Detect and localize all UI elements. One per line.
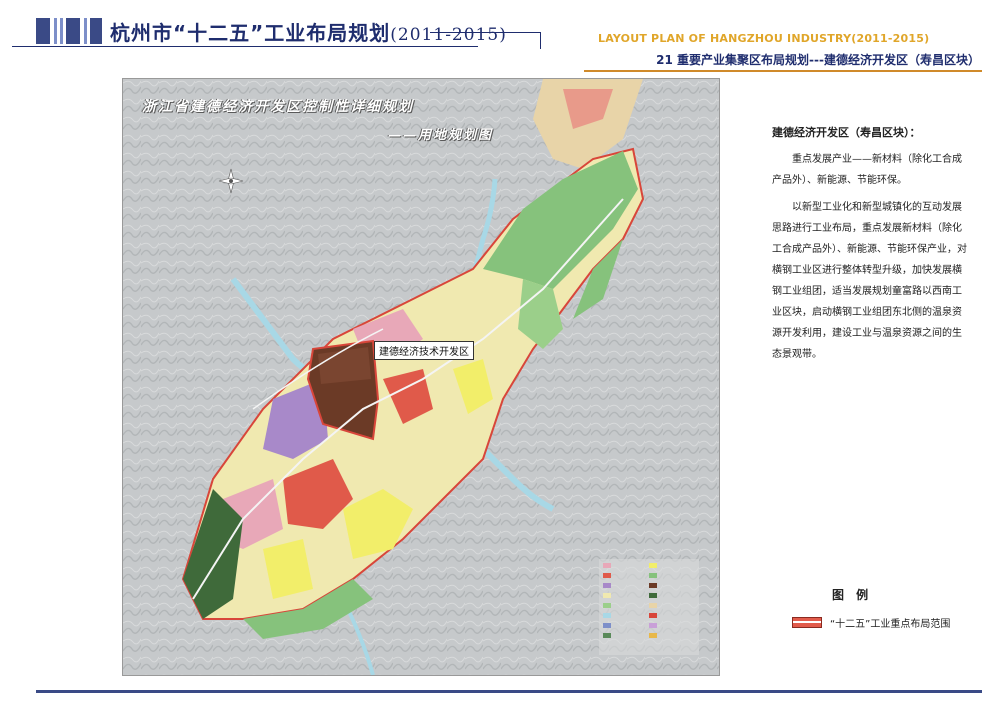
map-canvas xyxy=(123,79,719,675)
footer-divider xyxy=(36,690,982,693)
legend-swatch xyxy=(792,617,822,628)
map-title: 浙江省建德经济开发区控制性详细规划 xyxy=(142,99,414,115)
header-divider xyxy=(12,46,478,47)
map-inner-legend xyxy=(599,559,699,655)
page-title-english: LAYOUT PLAN OF HANGZHOU INDUSTRY(2011-20… xyxy=(598,32,930,45)
zone-callout-label: 建德经济技术开发区 xyxy=(374,341,474,360)
header-decoration xyxy=(430,32,541,49)
description-panel: 建德经济开发区（寿昌区块）： 重点发展产业——新材料（除化工合成产品外）、新能源… xyxy=(772,122,968,365)
legend-item-label: “十二五”工业重点布局范围 xyxy=(830,619,951,630)
legend-title: 图 例 xyxy=(832,588,873,602)
description-paragraph-2: 以新型工业化和新型城镇化的互动发展思路进行工业布局，重点发展新材料（除化工合成产… xyxy=(772,202,967,360)
map-subtitle: ——用地规划图 xyxy=(388,128,494,143)
description-paragraph-1: 重点发展产业——新材料（除化工合成产品外）、新能源、节能环保。 xyxy=(772,154,962,186)
page-title-text: 杭州市“十二五”工业布局规划 xyxy=(110,21,391,45)
land-use-map[interactable] xyxy=(122,78,720,676)
description-title: 建德经济开发区（寿昌区块）： xyxy=(772,126,921,139)
header-logo xyxy=(36,18,102,44)
page-subtitle: 21 重要产业集聚区布局规划---建德经济开发区（寿昌区块） xyxy=(656,53,980,67)
